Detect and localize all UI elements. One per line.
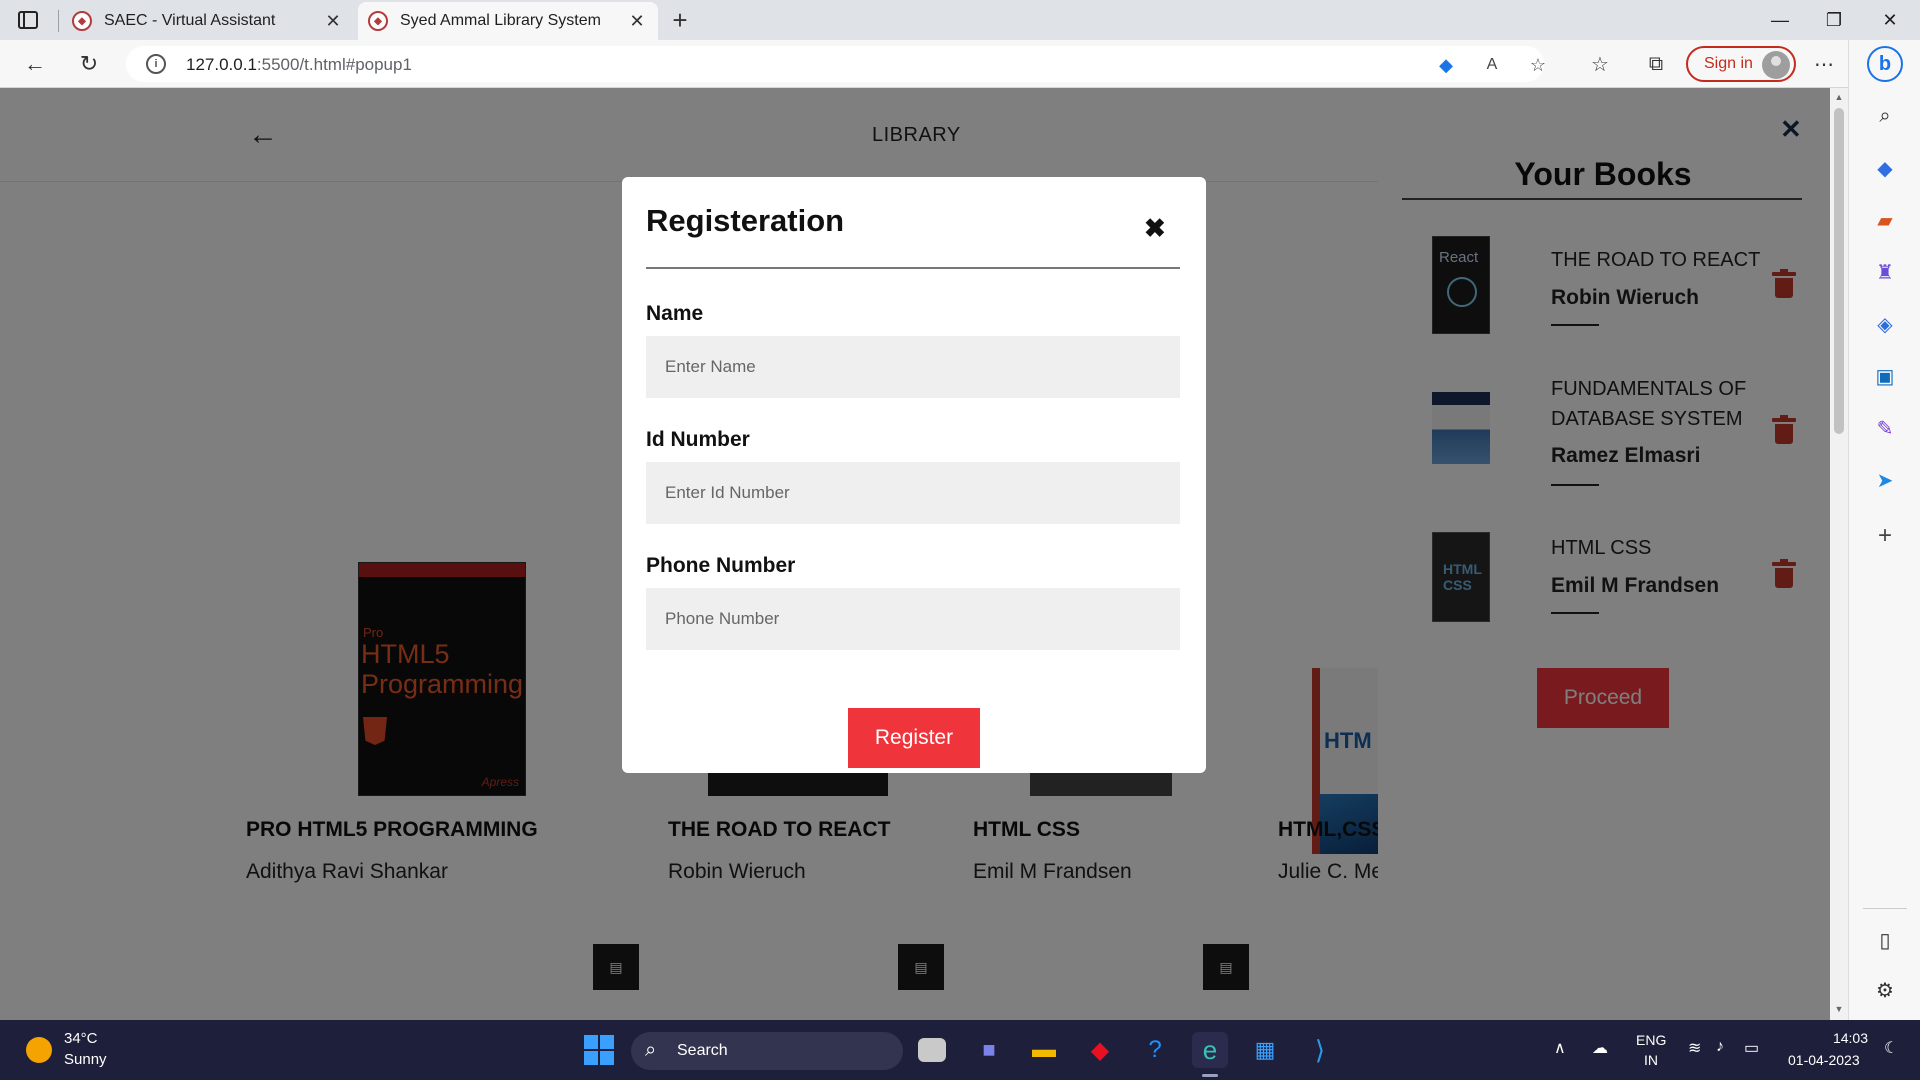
file-explorer-icon[interactable]: ▬	[1026, 1032, 1062, 1068]
search-icon: ⌕	[645, 1039, 657, 1061]
registration-modal: Registeration ✖ Name Id Number Phone Num…	[622, 177, 1206, 773]
search-icon[interactable]: ⌕	[1871, 102, 1899, 130]
address-row: ← ↻ i 127.0.0.1:5500/t.html#popup1 ◆ A ☆…	[0, 40, 1920, 88]
teams-chat-icon[interactable]: ■	[971, 1032, 1007, 1068]
designer-icon[interactable]: ✎	[1871, 414, 1899, 442]
app-red-icon[interactable]: ◆	[1082, 1032, 1118, 1068]
edge-sidebar: b ⌕ ◆ ▰ ♜ ◈ ▣ ✎ ➤ + ▯ ⚙	[1848, 40, 1920, 1020]
name-label: Name	[646, 302, 704, 325]
name-input[interactable]	[646, 336, 1180, 398]
store-icon[interactable]: ▦	[1247, 1032, 1283, 1068]
tab-title: Syed Ammal Library System	[400, 12, 601, 29]
collections-icon[interactable]: ⧉	[1642, 50, 1670, 78]
address-bar[interactable]: i 127.0.0.1:5500/t.html#popup1 ◆ A ☆	[126, 46, 1546, 82]
tab-actions-icon[interactable]	[14, 8, 42, 32]
battery-icon[interactable]: ▭	[1744, 1038, 1759, 1058]
tools-icon[interactable]: ▰	[1871, 206, 1899, 234]
sign-in-button[interactable]: Sign in	[1686, 46, 1796, 82]
divider	[646, 267, 1180, 269]
url-text: 127.0.0.1:5500/t.html#popup1	[186, 55, 412, 75]
shopping-tag-icon[interactable]: ◆	[1434, 53, 1458, 77]
clock-time[interactable]: 14:03	[1832, 1030, 1868, 1046]
window-close-icon[interactable]: ✕	[1862, 0, 1918, 40]
shopping-icon[interactable]: ◆	[1871, 154, 1899, 182]
notifications-icon[interactable]: ☾	[1884, 1038, 1898, 1058]
url-host: 127.0.0.1	[186, 55, 257, 74]
tray-overflow-icon[interactable]: ∧	[1554, 1038, 1566, 1058]
outlook-icon[interactable]: ▣	[1871, 362, 1899, 390]
active-app-indicator	[1202, 1074, 1218, 1077]
phone-number-input[interactable]	[646, 588, 1180, 650]
scroll-down-icon[interactable]: ▼	[1834, 1004, 1844, 1014]
onedrive-icon[interactable]: ☁	[1592, 1038, 1608, 1058]
browser-tab-bar: ◆ SAEC - Virtual Assistant ✕ ◆ Syed Amma…	[0, 0, 1920, 40]
settings-gear-icon[interactable]: ⚙	[1871, 976, 1899, 1004]
id-number-input[interactable]	[646, 462, 1180, 524]
office-icon[interactable]: ◈	[1871, 310, 1899, 338]
tab-title: SAEC - Virtual Assistant	[104, 12, 276, 29]
send-icon[interactable]: ➤	[1871, 466, 1899, 494]
add-sidebar-app-icon[interactable]: +	[1871, 522, 1899, 550]
tab-separator	[58, 10, 59, 32]
tab-saec[interactable]: ◆ SAEC - Virtual Assistant ✕	[62, 2, 354, 40]
new-tab-icon[interactable]: +	[666, 5, 694, 35]
start-icon[interactable]	[581, 1032, 617, 1068]
sign-in-label: Sign in	[1704, 55, 1753, 72]
search-label: Search	[677, 1042, 728, 1059]
id-number-label: Id Number	[646, 428, 750, 451]
tab-close-icon[interactable]: ✕	[626, 10, 648, 32]
url-path: :5500/t.html#popup1	[256, 55, 412, 74]
language-top[interactable]: ENG	[1636, 1032, 1666, 1048]
phone-number-label: Phone Number	[646, 554, 796, 577]
site-favicon-icon: ◆	[72, 11, 92, 31]
task-view-icon[interactable]	[918, 1038, 946, 1062]
volume-icon[interactable]: ♪	[1716, 1038, 1724, 1056]
tab-library[interactable]: ◆ Syed Ammal Library System ✕	[358, 2, 658, 40]
page-scrollbar[interactable]: ▲ ▼	[1830, 88, 1848, 1020]
register-button[interactable]: Register	[848, 708, 980, 768]
weather-description: Sunny	[64, 1051, 107, 1068]
scroll-up-icon[interactable]: ▲	[1834, 92, 1844, 102]
site-favicon-icon: ◆	[368, 11, 388, 31]
games-icon[interactable]: ♜	[1871, 258, 1899, 286]
tab-close-icon[interactable]: ✕	[322, 10, 344, 32]
clock-date[interactable]: 01-04-2023	[1788, 1052, 1860, 1068]
windows-taskbar: 34°C Sunny ⌕ Search ■ ▬ ◆ ? e ▦ ⟩ ∧ ☁ EN…	[0, 1020, 1920, 1080]
language-bottom[interactable]: IN	[1644, 1052, 1658, 1068]
page-viewport: ← LIBRARY Pro HTML5 Programming Apress H…	[0, 88, 1830, 1020]
minimize-icon[interactable]: —	[1752, 0, 1808, 40]
vscode-icon[interactable]: ⟩	[1302, 1032, 1338, 1068]
edge-browser-icon[interactable]: e	[1192, 1032, 1228, 1068]
read-aloud-icon[interactable]: A	[1480, 53, 1504, 77]
favorites-icon[interactable]: ☆	[1586, 50, 1614, 78]
add-favorite-icon[interactable]: ☆	[1526, 53, 1550, 77]
weather-temperature: 34°C	[64, 1030, 98, 1047]
avatar	[1762, 51, 1790, 79]
hide-sidebar-icon[interactable]: ▯	[1871, 926, 1899, 954]
more-menu-icon[interactable]: ⋯	[1810, 50, 1838, 78]
bing-chat-icon[interactable]: b	[1867, 46, 1903, 82]
refresh-icon[interactable]: ↻	[72, 48, 106, 80]
restore-icon[interactable]: ❐	[1806, 0, 1862, 40]
back-icon[interactable]: ←	[18, 48, 52, 80]
modal-close-icon[interactable]: ✖	[1144, 213, 1166, 244]
info-icon[interactable]: i	[146, 54, 166, 74]
wifi-icon[interactable]: ≋	[1688, 1038, 1701, 1058]
sun-icon[interactable]	[26, 1037, 52, 1063]
modal-title: Registeration	[646, 203, 845, 238]
taskbar-search[interactable]: ⌕ Search	[631, 1032, 903, 1070]
scroll-thumb[interactable]	[1834, 108, 1844, 434]
divider	[1863, 908, 1907, 909]
help-icon[interactable]: ?	[1137, 1032, 1173, 1068]
